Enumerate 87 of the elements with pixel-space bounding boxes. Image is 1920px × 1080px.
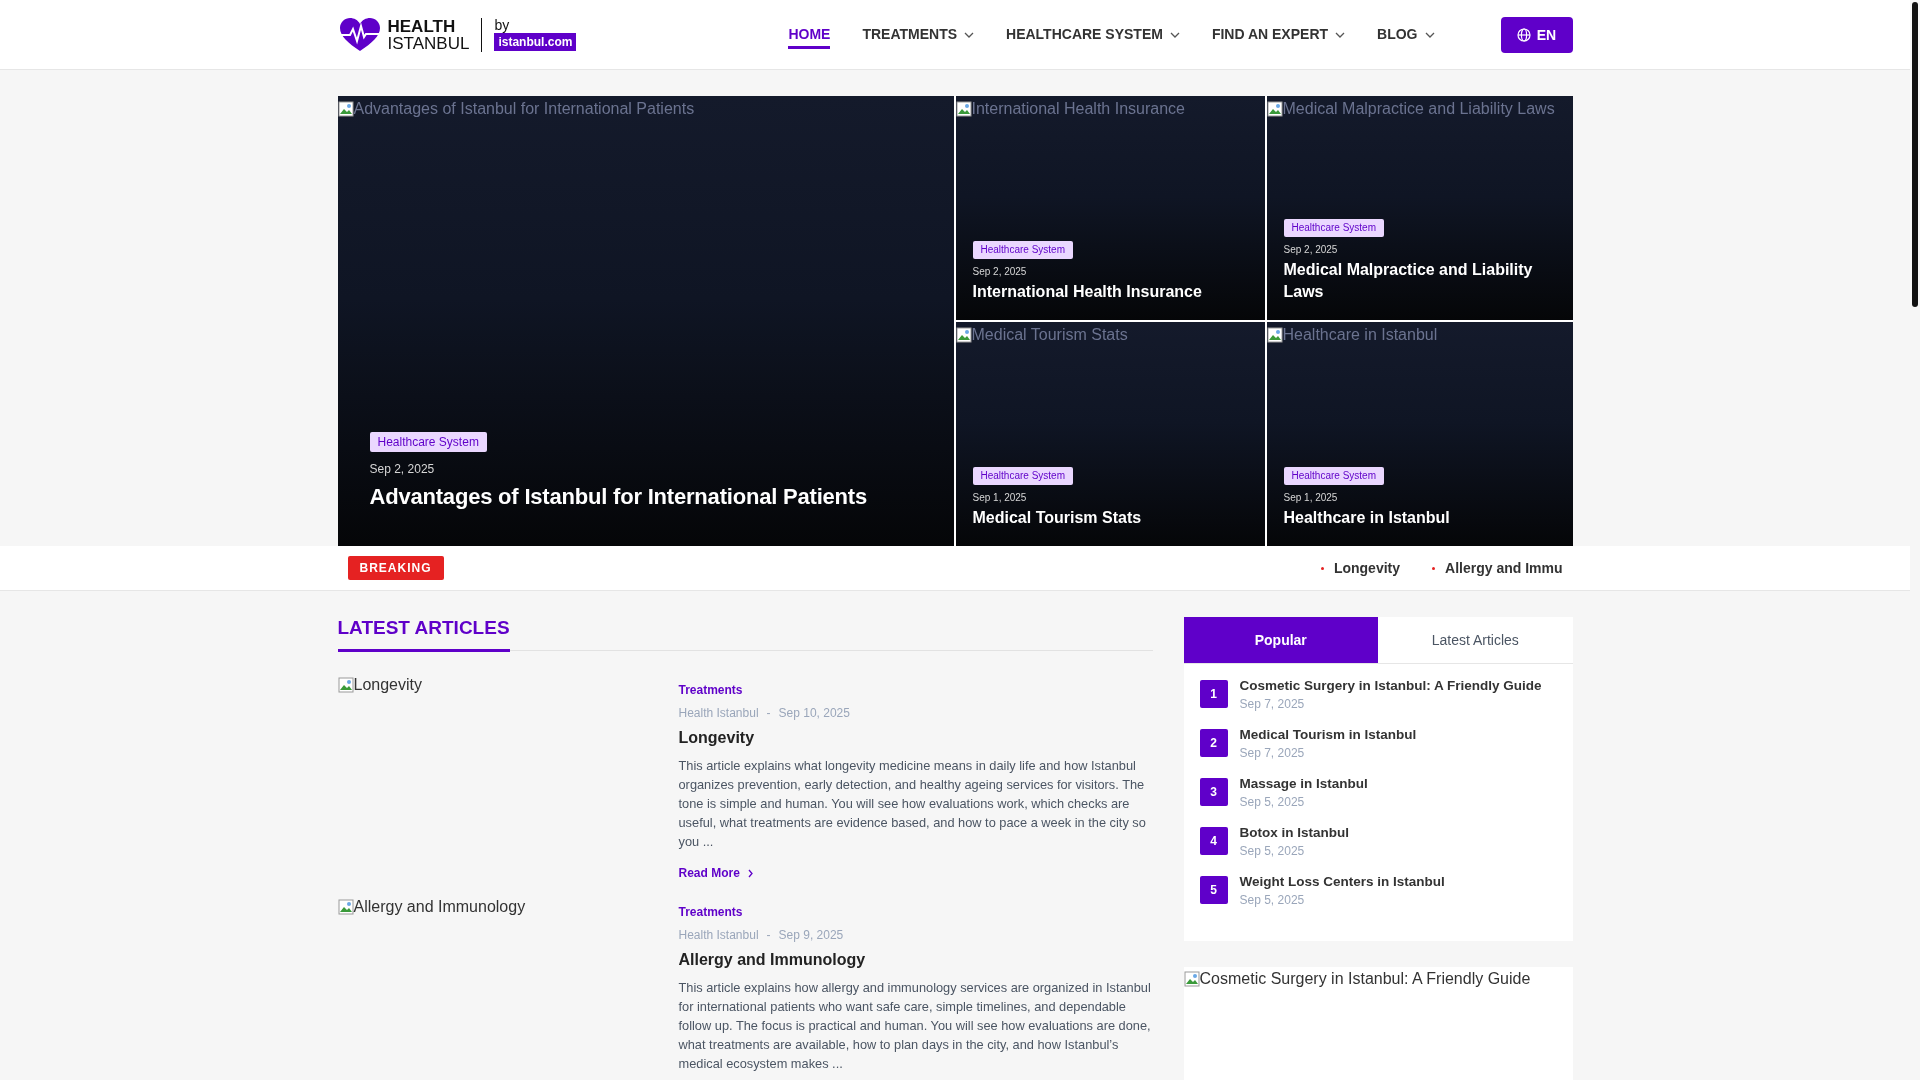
- logo-text: HEALTH: [387, 17, 457, 35]
- article-date: Sep 2, 2025: [1283, 244, 1339, 255]
- logo-text: by: [494, 18, 510, 32]
- article-date: Sep 1, 2025: [972, 492, 1028, 503]
- rank-badge: 5: [1199, 876, 1228, 904]
- rank-badge: 4: [1199, 827, 1228, 855]
- featured-article-card[interactable]: International Health Insurance Healthcare System Sep 2, 2025 International Health Insurance: [955, 96, 1265, 320]
- rank-badge: 1: [1199, 680, 1228, 708]
- breaking-label: BREAKING: [347, 556, 444, 580]
- bullet-icon: [1320, 566, 1324, 570]
- category-tag[interactable]: Healthcare System: [972, 467, 1073, 485]
- popular-article-link[interactable]: Botox in Istanbul: [1239, 825, 1349, 840]
- article-excerpt: This article explains what longevity medicine means in daily life and how Istanbul organizes prevention, early detection, and healthy ageing services for visitors. The tone is simple and human. You will see how evaluations work, which checks are useful, what treatments are evidence based, and how to pace a week in the city so you ...: [678, 757, 1147, 851]
- globe-icon: [1516, 27, 1531, 42]
- article-excerpt: This article explains how allergy and immunology services are organized in Istanbul for international patients who want safe care, simple timelines, and dependable follow up. The focus is practical and human. You will see how evaluations are done, what treatments are available, how to plan days in the city, and how Istanbul’s medical ecosystem makes ...: [678, 979, 1152, 1073]
- broken-image-icon: [337, 677, 354, 693]
- nav-link[interactable]: FIND AN EXPERT: [1211, 0, 1346, 69]
- featured-article-card[interactable]: Healthcare in Istanbul Healthcare System Sep 1, 2025 Healthcare in Istanbul: [1266, 322, 1573, 546]
- category-tag[interactable]: Healthcare System: [972, 241, 1073, 259]
- scrollbar-thumb[interactable]: [1912, 2, 1918, 307]
- image-alt-text: Allergy and Immunology: [353, 898, 526, 916]
- popular-article-link[interactable]: Massage in Istanbul: [1239, 776, 1368, 791]
- image-alt-text: Longevity: [353, 676, 422, 694]
- article-date: Sep 5, 2025: [1239, 893, 1306, 907]
- article-title[interactable]: Healthcare in Istanbul: [1283, 507, 1556, 529]
- category-tag[interactable]: Healthcare System: [1283, 219, 1384, 237]
- heart-pulse-icon: [337, 16, 382, 53]
- article-date: Sep 2, 2025: [972, 266, 1028, 277]
- article-date: Sep 1, 2025: [1283, 492, 1339, 503]
- article-title[interactable]: Longevity: [678, 729, 1153, 747]
- article-date: Sep 5, 2025: [1239, 795, 1306, 809]
- ticker-item[interactable]: Allergy and Immu: [1432, 560, 1563, 576]
- image-alt-text: International Health Insurance: [971, 100, 1185, 118]
- article-title[interactable]: Allergy and Immunology: [678, 951, 1153, 969]
- language-button[interactable]: EN: [1500, 16, 1573, 53]
- broken-image-icon: [337, 101, 354, 117]
- image-alt-text: Medical Tourism Stats: [971, 326, 1128, 344]
- chevron-down-icon: [1424, 31, 1435, 38]
- popular-article-link[interactable]: Medical Tourism in Istanbul: [1239, 727, 1417, 742]
- rank-badge: 2: [1199, 729, 1228, 757]
- article-author: Health Istanbul: [678, 928, 759, 942]
- bullet-icon: [1432, 566, 1436, 570]
- chevron-down-icon: [964, 31, 975, 38]
- section-heading: LATEST ARTICLES: [337, 617, 510, 652]
- article-author: Health Istanbul: [678, 706, 759, 720]
- article-title[interactable]: Medical Malpractice and Liability Laws: [1283, 259, 1556, 303]
- category-link[interactable]: Treatments: [678, 683, 743, 697]
- broken-image-icon: [337, 899, 354, 915]
- article-date: Sep 7, 2025: [1239, 697, 1306, 711]
- nav-link[interactable]: BLOG: [1377, 0, 1435, 69]
- article-date: Sep 2, 2025: [369, 462, 436, 476]
- category-tag[interactable]: Healthcare System: [1283, 467, 1384, 485]
- category-link[interactable]: Treatments: [678, 905, 743, 919]
- site-logo[interactable]: HEALTH ISTANBUL by istanbul.com: [337, 16, 577, 53]
- image-alt-text: Medical Malpractice and Liability Laws: [1282, 100, 1555, 118]
- popular-article-link[interactable]: Weight Loss Centers in Istanbul: [1239, 874, 1445, 889]
- meta-separator: -: [766, 928, 771, 942]
- meta-separator: -: [766, 706, 771, 720]
- broken-image-icon: [1266, 101, 1283, 117]
- article-date: Sep 5, 2025: [1239, 844, 1306, 858]
- nav-link[interactable]: HEALTHCARE SYSTEM: [1006, 0, 1180, 69]
- chevron-down-icon: [1335, 31, 1346, 38]
- image-alt-text: Healthcare in Istanbul: [1282, 326, 1438, 344]
- article-date: Sep 10, 2025: [778, 706, 850, 720]
- rank-badge: 3: [1199, 778, 1228, 806]
- read-more-link[interactable]: Read More: [678, 866, 753, 880]
- broken-image-icon: [1266, 327, 1283, 343]
- broken-image-icon: [955, 327, 972, 343]
- category-tag[interactable]: Healthcare System: [369, 432, 487, 452]
- popular-article-link[interactable]: Cosmetic Surgery in Istanbul: A Friendly Guide: [1239, 678, 1542, 693]
- brand-badge: istanbul.com: [494, 33, 577, 51]
- ticker-item[interactable]: Longevity: [1320, 560, 1401, 576]
- nav-link[interactable]: HOME: [788, 0, 831, 69]
- article-title[interactable]: Medical Tourism Stats: [972, 507, 1248, 529]
- article-date: Sep 9, 2025: [778, 928, 844, 942]
- broken-image-icon: [955, 101, 972, 117]
- sidebar-tab[interactable]: Popular: [1183, 617, 1378, 663]
- logo-text: ISTANBUL: [387, 34, 470, 52]
- chevron-right-icon: [747, 868, 753, 878]
- article-date: Sep 7, 2025: [1239, 746, 1306, 760]
- article-title[interactable]: International Health Insurance: [972, 281, 1248, 303]
- chevron-down-icon: [1169, 31, 1180, 38]
- featured-article-card[interactable]: Medical Malpractice and Liability Laws Healthcare System Sep 2, 2025 Medical Malpractice and Liability Laws: [1266, 96, 1573, 320]
- article-title[interactable]: Advantages of Istanbul for International Patients: [369, 482, 922, 512]
- image-alt-text: Cosmetic Surgery in Istanbul: A Friendly Guide: [1199, 970, 1531, 988]
- featured-article-card[interactable]: Medical Tourism Stats Healthcare System Sep 1, 2025 Medical Tourism Stats: [955, 322, 1265, 546]
- nav-link[interactable]: TREATMENTS: [862, 0, 975, 69]
